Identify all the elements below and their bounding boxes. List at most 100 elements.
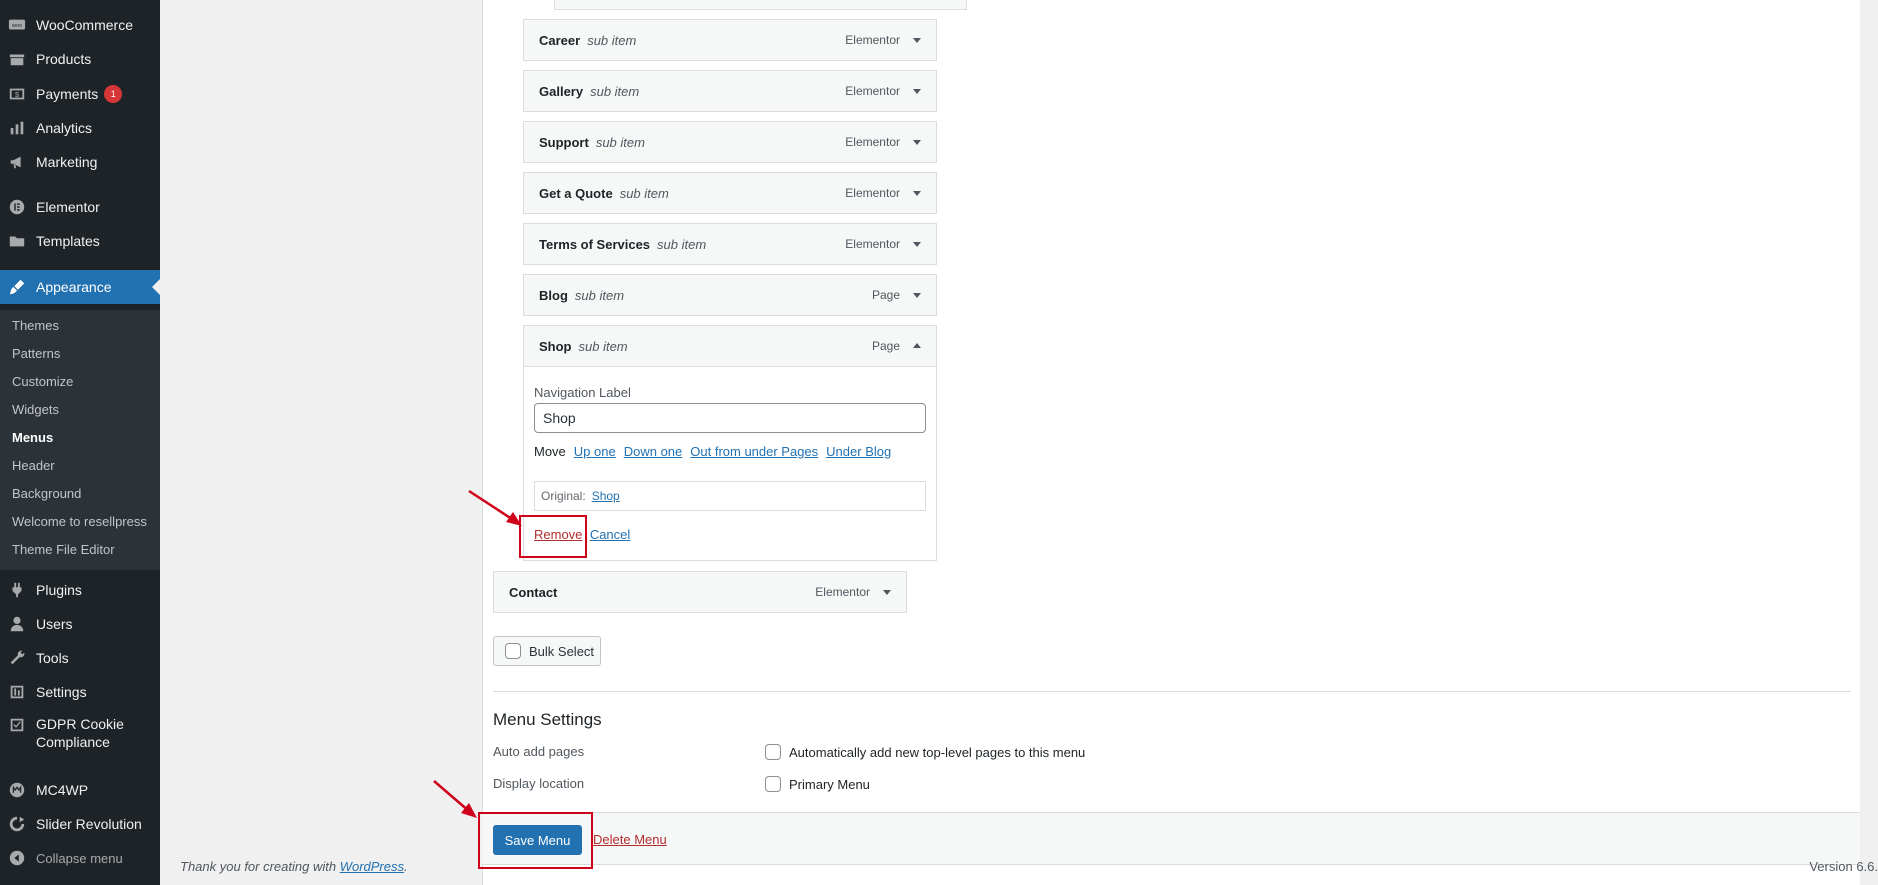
sidebar-item-label: Analytics	[36, 120, 93, 136]
sidebar-item-tools[interactable]: Tools	[0, 641, 160, 675]
notification-badge: 1	[104, 85, 123, 103]
sidebar-item-woocommerce[interactable]: woo WooCommerce	[0, 8, 160, 42]
submenu-item-header[interactable]: Header	[12, 458, 55, 473]
sidebar-item-label: Products	[36, 51, 92, 67]
sidebar-item-templates[interactable]: Templates	[0, 224, 160, 258]
chevron-up-icon[interactable]	[910, 339, 924, 353]
sidebar-item-label: Users	[36, 616, 73, 632]
navigation-label-input[interactable]	[534, 403, 926, 433]
menu-item-title: Terms of Services	[539, 236, 651, 252]
auto-add-pages-checkbox[interactable]	[765, 744, 781, 760]
menu-item-subtitle: sub item	[619, 185, 669, 201]
submenu-item-menus[interactable]: Menus	[12, 430, 53, 445]
menu-item-type: Elementor	[815, 585, 870, 599]
sidebar-item-label: Appearance	[36, 279, 112, 295]
menu-item-get-a-quote[interactable]: Get a Quote sub item Elementor	[523, 172, 937, 214]
primary-menu-text: Primary Menu	[789, 776, 870, 792]
menu-item-blog[interactable]: Blog sub item Page	[523, 274, 937, 316]
sidebar-item-label: Templates	[36, 233, 100, 249]
sidebar-item-label: GDPR Cookie Compliance	[36, 716, 124, 750]
sidebar-item-gdpr[interactable]: GDPR Cookie Compliance	[0, 715, 160, 755]
menu-item-support[interactable]: Support sub item Elementor	[523, 121, 937, 163]
menu-item-terms-of-services[interactable]: Terms of Services sub item Elementor	[523, 223, 937, 265]
tools-icon	[7, 648, 27, 668]
auto-add-pages-label: Auto add pages	[493, 744, 585, 759]
move-down-one-link[interactable]: Down one	[624, 444, 683, 459]
chevron-down-icon[interactable]	[910, 237, 924, 251]
chevron-down-icon[interactable]	[910, 288, 924, 302]
sidebar-item-products[interactable]: Products	[0, 42, 160, 76]
sidebar-item-mc4wp[interactable]: MC4WP	[0, 773, 160, 807]
menu-item-subtitle: sub item	[657, 236, 707, 252]
wordpress-link[interactable]: WordPress	[340, 859, 404, 874]
move-under-blog-link[interactable]: Under Blog	[826, 444, 891, 459]
menu-settings-title: Menu Settings	[493, 710, 602, 729]
products-icon	[7, 49, 27, 69]
sidebar-item-elementor[interactable]: Elementor	[0, 190, 160, 224]
svg-text:$: $	[15, 90, 19, 99]
chevron-down-icon[interactable]	[880, 585, 894, 599]
display-location-label: Display location	[493, 776, 585, 791]
payments-icon: $	[7, 84, 27, 104]
menu-item-title: Shop	[539, 338, 572, 354]
menu-item-career[interactable]: Career sub item Elementor	[523, 19, 937, 61]
bulk-select-label: Bulk Select	[529, 643, 595, 659]
bulk-select-checkbox[interactable]	[505, 643, 521, 659]
sidebar-item-users[interactable]: Users	[0, 607, 160, 641]
menu-item-title: Gallery	[539, 83, 584, 99]
move-links-row: Move Up one Down one Out from under Page…	[534, 444, 891, 459]
sidebar-item-appearance[interactable]: Appearance	[0, 270, 160, 304]
chevron-down-icon[interactable]	[910, 33, 924, 47]
primary-menu-checkbox[interactable]	[765, 776, 781, 792]
original-link[interactable]: Shop	[592, 489, 620, 503]
collapse-menu-button[interactable]: Collapse menu	[0, 841, 160, 875]
settings-icon	[7, 682, 27, 702]
original-label: Original:	[541, 489, 586, 503]
submenu-item-customize[interactable]: Customize	[12, 374, 73, 389]
bulk-select-button[interactable]: Bulk Select	[493, 636, 601, 666]
annotation-highlight-save	[478, 812, 593, 869]
menu-item-gallery[interactable]: Gallery sub item Elementor	[523, 70, 937, 112]
menu-item-title: Contact	[509, 584, 558, 600]
submenu-item-background[interactable]: Background	[12, 486, 81, 501]
delete-menu-link[interactable]: Delete Menu	[593, 832, 667, 847]
svg-text:woo: woo	[11, 23, 22, 29]
menu-item-type: Page	[871, 339, 900, 353]
move-up-one-link[interactable]: Up one	[574, 444, 616, 459]
chevron-down-icon[interactable]	[910, 84, 924, 98]
sidebar-item-analytics[interactable]: Analytics	[0, 111, 160, 145]
menu-item-title: Get a Quote	[539, 185, 613, 201]
users-icon	[7, 614, 27, 634]
sidebar-item-label: Payments	[36, 86, 99, 102]
cancel-link[interactable]: Cancel	[590, 527, 630, 542]
menu-item-type: Elementor	[845, 84, 900, 98]
sidebar-item-marketing[interactable]: Marketing	[0, 145, 160, 179]
auto-add-pages-text: Automatically add new top-level pages to…	[789, 744, 1086, 760]
submenu-item-themes[interactable]: Themes	[12, 318, 59, 333]
chevron-down-icon[interactable]	[910, 135, 924, 149]
appearance-icon	[7, 277, 27, 297]
auto-add-pages-option[interactable]: Automatically add new top-level pages to…	[765, 744, 1085, 760]
menu-item-type: Elementor	[845, 135, 900, 149]
sidebar-item-label: Tools	[36, 650, 69, 666]
slider-revolution-icon	[7, 814, 27, 834]
elementor-icon	[7, 197, 27, 217]
move-out-from-under-link[interactable]: Out from under Pages	[690, 444, 818, 459]
sidebar-item-slider-revolution[interactable]: Slider Revolution	[0, 807, 160, 841]
sidebar-item-plugins[interactable]: Plugins	[0, 573, 160, 607]
submenu-item-welcome[interactable]: Welcome to resellpress	[12, 514, 147, 529]
menu-item-subtitle: sub item	[574, 287, 625, 303]
submenu-item-theme-file-editor[interactable]: Theme File Editor	[12, 542, 115, 557]
menu-item-type: Elementor	[845, 186, 900, 200]
primary-menu-option[interactable]: Primary Menu	[765, 776, 870, 792]
sidebar-item-payments[interactable]: $ Payments 1	[0, 77, 160, 111]
menu-item-shop[interactable]: Shop sub item Page	[523, 325, 937, 367]
menu-footer-bar	[482, 812, 1860, 865]
submenu-item-patterns[interactable]: Patterns	[12, 346, 60, 361]
sidebar-item-settings[interactable]: Settings	[0, 675, 160, 709]
submenu-item-widgets[interactable]: Widgets	[12, 402, 59, 417]
menu-item-contact[interactable]: Contact Elementor	[493, 571, 907, 613]
chevron-down-icon[interactable]	[910, 186, 924, 200]
footer-thanks-text: Thank you for creating with	[180, 859, 337, 874]
annotation-arrow-save	[433, 780, 477, 818]
